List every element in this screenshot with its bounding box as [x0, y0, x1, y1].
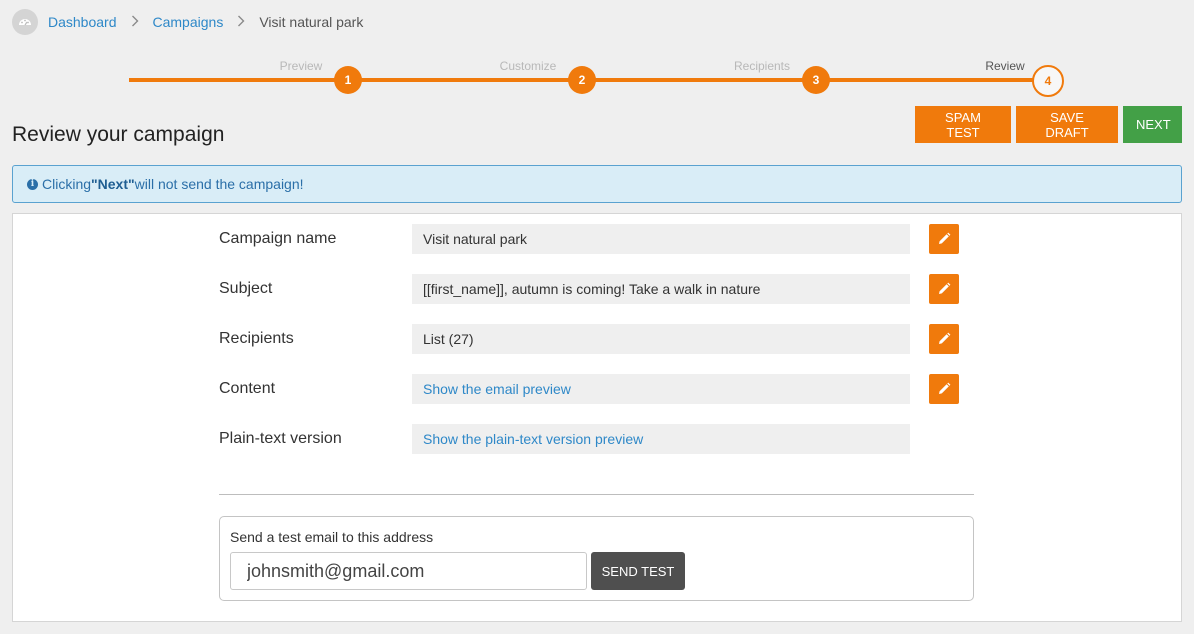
- plain-text-preview-link[interactable]: Show the plain-text version preview: [412, 424, 910, 454]
- breadcrumb-campaigns-link[interactable]: Campaigns: [153, 14, 224, 30]
- row-label: Content: [219, 380, 276, 397]
- campaign-stepper: Preview 1 Customize 2 Recipients 3 Revie…: [0, 50, 1194, 100]
- review-row-recipients: Recipients List (27): [219, 324, 959, 354]
- action-buttons: SPAM TEST SAVE DRAFT NEXT: [915, 106, 1182, 143]
- row-value: List (27): [412, 324, 910, 354]
- review-row-plain-text: Plain-text version Show the plain-text v…: [219, 424, 910, 454]
- breadcrumb-chevron-icon: [131, 14, 139, 30]
- review-panel: Campaign name Visit natural park Subject…: [12, 213, 1182, 622]
- review-row-content: Content Show the email preview: [219, 374, 959, 404]
- step-3-circle[interactable]: 3: [802, 66, 830, 94]
- page-title: Review your campaign: [12, 123, 225, 146]
- edit-recipients-button[interactable]: [929, 324, 959, 354]
- info-icon: i: [27, 178, 38, 190]
- alert-text-suffix: will not send the campaign!: [134, 176, 304, 192]
- test-email-input[interactable]: [230, 552, 587, 590]
- spam-test-button[interactable]: SPAM TEST: [915, 106, 1011, 143]
- pencil-icon: [939, 382, 951, 394]
- review-row-campaign-name: Campaign name Visit natural park: [219, 224, 959, 254]
- test-email-label: Send a test email to this address: [230, 529, 434, 545]
- step-label-preview: Preview: [279, 59, 323, 73]
- review-row-subject: Subject [[first_name]], autumn is coming…: [219, 274, 959, 304]
- edit-campaign-name-button[interactable]: [929, 224, 959, 254]
- section-divider: [219, 494, 974, 495]
- row-label: Plain-text version: [219, 430, 342, 447]
- pencil-icon: [939, 232, 951, 244]
- save-draft-button[interactable]: SAVE DRAFT: [1016, 106, 1118, 143]
- breadcrumb-current: Visit natural park: [259, 14, 364, 30]
- step-label-customize: Customize: [499, 59, 557, 73]
- breadcrumb: Dashboard Campaigns Visit natural park: [12, 9, 363, 35]
- edit-subject-button[interactable]: [929, 274, 959, 304]
- step-1-circle[interactable]: 1: [334, 66, 362, 94]
- step-label-recipients: Recipients: [733, 59, 791, 73]
- row-value: Visit natural park: [412, 224, 910, 254]
- alert-text-highlight: "Next": [91, 176, 135, 192]
- step-4-circle: 4: [1032, 65, 1064, 97]
- row-label: Recipients: [219, 330, 294, 347]
- info-alert: i Clicking "Next" will not send the camp…: [12, 165, 1182, 203]
- row-value: [[first_name]], autumn is coming! Take a…: [412, 274, 910, 304]
- step-label-review: Review: [985, 59, 1025, 73]
- send-test-button[interactable]: SEND TEST: [591, 552, 685, 590]
- row-label: Subject: [219, 280, 273, 297]
- row-label: Campaign name: [219, 230, 337, 247]
- step-2-circle[interactable]: 2: [568, 66, 596, 94]
- next-button[interactable]: NEXT: [1123, 106, 1182, 143]
- test-email-box: Send a test email to this address SEND T…: [219, 516, 974, 601]
- breadcrumb-dashboard-link[interactable]: Dashboard: [48, 14, 117, 30]
- email-preview-link[interactable]: Show the email preview: [412, 374, 910, 404]
- alert-text-prefix: Clicking: [42, 176, 92, 192]
- edit-content-button[interactable]: [929, 374, 959, 404]
- dashboard-gauge-icon[interactable]: [12, 9, 38, 35]
- pencil-icon: [939, 282, 951, 294]
- pencil-icon: [939, 332, 951, 344]
- breadcrumb-chevron-icon: [237, 14, 245, 30]
